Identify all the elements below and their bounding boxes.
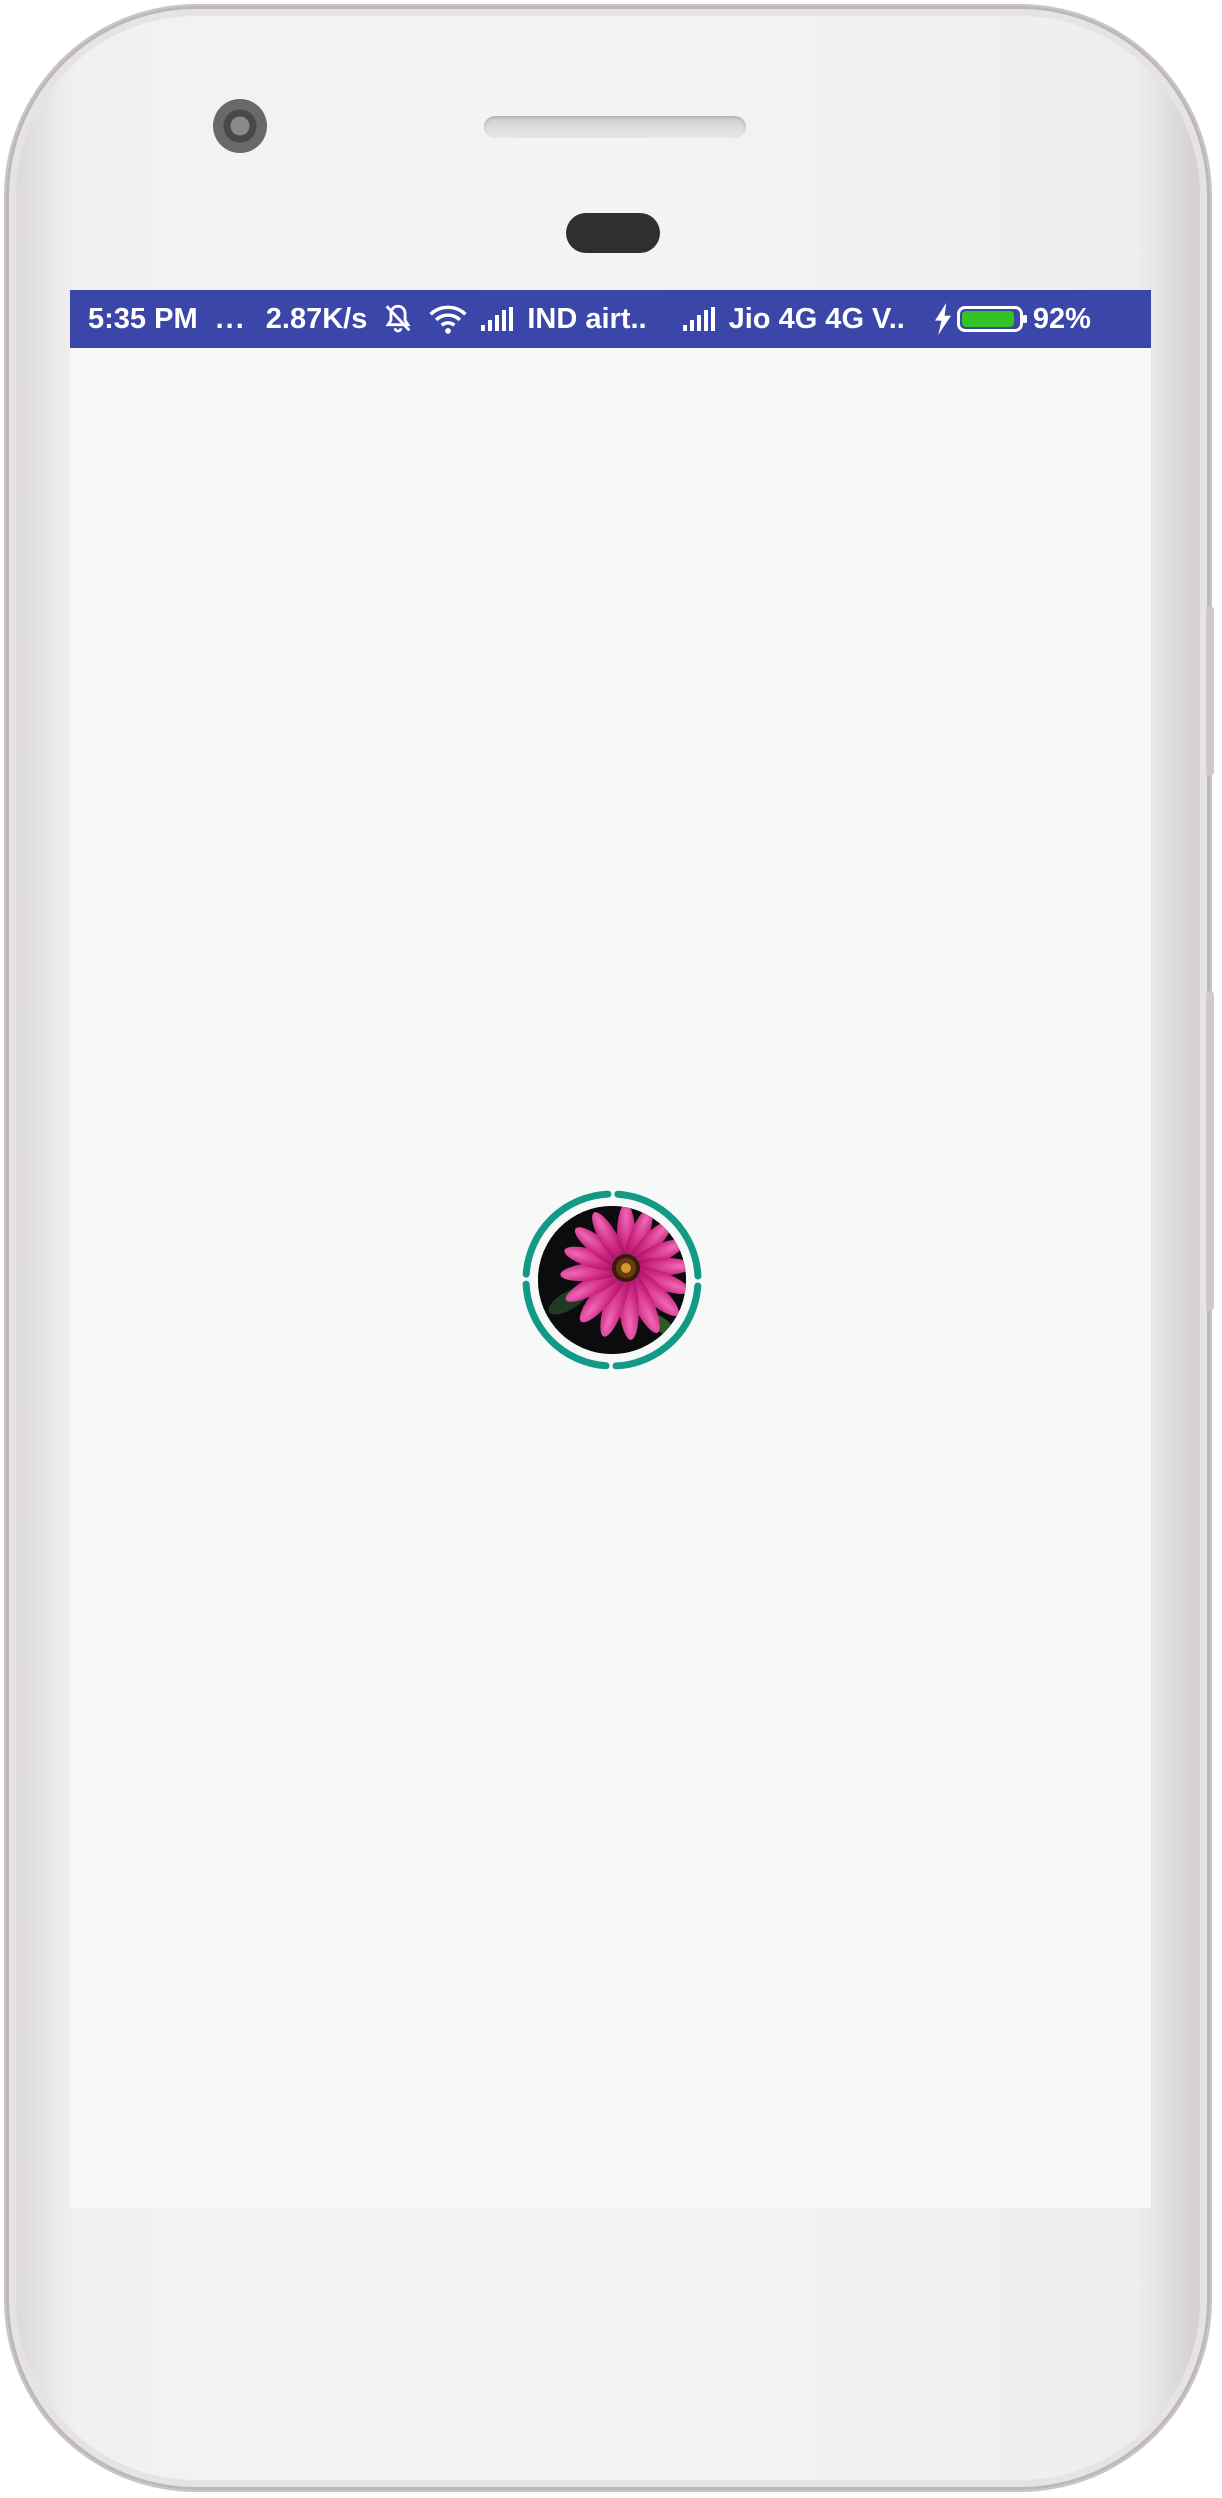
avatar-image [538,1206,686,1354]
charging-bolt-icon [933,303,953,335]
screen: 5:35 PM ... 2.87K/s IND airt.. Jio 4G 4G… [70,290,1151,2208]
status-bar: 5:35 PM ... 2.87K/s IND airt.. Jio 4G 4G… [70,290,1151,348]
front-camera [213,99,267,153]
battery-icon [956,306,1027,332]
volume-button [1206,991,1214,1311]
status-overflow-dots: ... [215,302,246,335]
carrier-2-label: Jio 4G 4G V.. [728,302,905,335]
earpiece-speaker [484,116,746,138]
carrier-1-label: IND airt.. [527,302,647,335]
battery-fill [961,311,1014,327]
loading-spinner [520,1188,704,1372]
phone-frame: 5:35 PM ... 2.87K/s IND airt.. Jio 4G 4G… [6,6,1214,2490]
signal-icon [682,307,715,331]
signal-icon [481,307,514,331]
power-button [1206,606,1214,776]
status-time: 5:35 PM [88,302,198,335]
muted-bell-icon [381,302,415,336]
battery-percent: 92% [1032,302,1091,335]
proximity-sensor [566,213,660,253]
wifi-icon [429,303,467,335]
flower-image [538,1206,686,1354]
network-speed: 2.87K/s [265,302,368,335]
